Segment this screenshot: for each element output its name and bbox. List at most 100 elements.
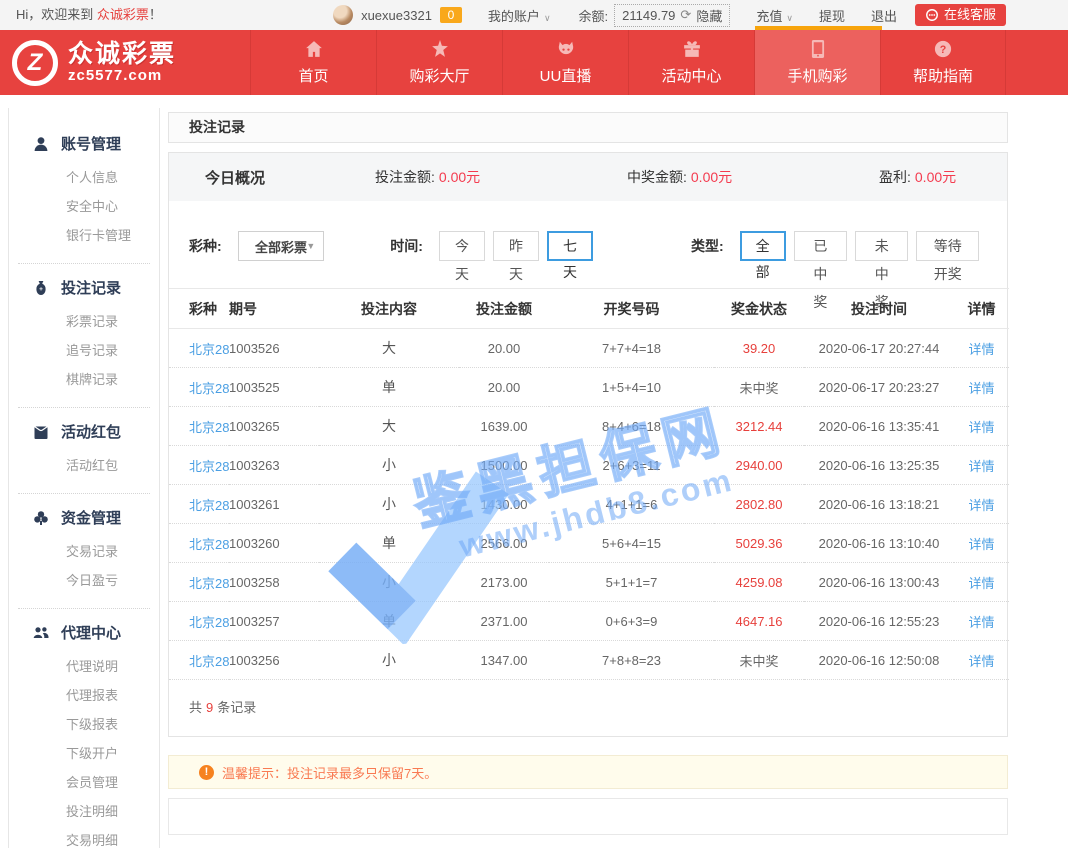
table-row: 北京28 1003525 单 20.00 1+5+4=10 未中奖 2020-0… <box>169 368 1009 407</box>
logout-link[interactable]: 退出 <box>871 6 897 25</box>
draw-numbers: 1+5+4=10 <box>549 368 714 407</box>
detail-link[interactable]: 详情 <box>954 368 1009 407</box>
draw-numbers: 2+6+3=11 <box>549 446 714 485</box>
filter-button-全部[interactable]: 全部 <box>740 231 786 261</box>
notice-bar: ! 温馨提示：投注记录最多只保留7天。 <box>168 755 1008 789</box>
column-header-开奖号码: 开奖号码 <box>549 289 714 329</box>
sidebar-section-账号管理[interactable]: 账号管理 <box>18 133 150 154</box>
nav-item-首页[interactable]: 首页 <box>250 30 376 95</box>
online-service-button[interactable]: 在线客服 <box>915 4 1006 26</box>
sidebar-item-棋牌记录[interactable]: 棋牌记录 <box>18 365 150 394</box>
win-amount-label: 中奖金额: <box>627 169 687 185</box>
hide-balance-link[interactable]: 隐藏 <box>696 6 722 25</box>
my-account-menu[interactable]: 我的账户∨ <box>488 6 551 25</box>
logo-title: 众诚彩票 <box>68 41 176 67</box>
bet-amount: 2371.00 <box>459 602 549 641</box>
nav-item-帮助指南[interactable]: ? 帮助指南 <box>880 30 1006 95</box>
message-count-badge[interactable]: 0 <box>440 7 462 23</box>
sidebar-section-资金管理[interactable]: 资金管理 <box>18 507 150 528</box>
nav-item-购彩大厅[interactable]: 购彩大厅 <box>376 30 502 95</box>
filter-button-今天[interactable]: 今天 <box>439 231 485 261</box>
nav-item-活动中心[interactable]: 活动中心 <box>628 30 754 95</box>
bet-content: 单 <box>319 602 459 641</box>
help-icon: ? <box>934 40 952 58</box>
sidebar-section-投注记录[interactable]: + 投注记录 <box>18 277 150 298</box>
balance-value: 21149.79 <box>622 8 675 23</box>
table-row: 北京28 1003256 小 1347.00 7+8+8=23 未中奖 2020… <box>169 641 1009 680</box>
detail-link[interactable]: 详情 <box>954 641 1009 680</box>
column-header-详情: 详情 <box>954 289 1009 329</box>
home-icon <box>305 40 323 58</box>
sidebar-item-下级开户[interactable]: 下级开户 <box>18 739 150 768</box>
table-row: 北京28 1003257 单 2371.00 0+6+3=9 4647.16 2… <box>169 602 1009 641</box>
draw-numbers: 7+8+8=23 <box>549 641 714 680</box>
detail-link[interactable]: 详情 <box>954 407 1009 446</box>
lottery-name-link[interactable]: 北京28 <box>169 407 229 446</box>
sidebar-item-下级报表[interactable]: 下级报表 <box>18 710 150 739</box>
detail-link[interactable]: 详情 <box>954 329 1009 368</box>
select-arrow-icon: ▼ <box>306 241 315 251</box>
bet-content: 小 <box>319 446 459 485</box>
refresh-icon[interactable]: ⟳ <box>680 7 691 23</box>
sidebar-item-安全中心[interactable]: 安全中心 <box>18 192 150 221</box>
lottery-name-link[interactable]: 北京28 <box>169 563 229 602</box>
warning-icon: ! <box>199 765 214 780</box>
sidebar-item-彩票记录[interactable]: 彩票记录 <box>18 307 150 336</box>
lottery-name-link[interactable]: 北京28 <box>169 485 229 524</box>
detail-link[interactable]: 详情 <box>954 524 1009 563</box>
lottery-select[interactable]: 全部彩票▼ <box>238 231 325 261</box>
sidebar-item-银行卡管理[interactable]: 银行卡管理 <box>18 221 150 250</box>
table-body: 北京28 1003526 大 20.00 7+7+4=18 39.20 2020… <box>169 329 1009 680</box>
sidebar-item-代理说明[interactable]: 代理说明 <box>18 652 150 681</box>
withdraw-link[interactable]: 提现 <box>819 6 845 25</box>
filter-button-昨天[interactable]: 昨天 <box>493 231 539 261</box>
detail-link[interactable]: 详情 <box>954 602 1009 641</box>
sidebar-item-追号记录[interactable]: 追号记录 <box>18 336 150 365</box>
recharge-menu[interactable]: 充值∨ <box>756 6 793 25</box>
sidebar-item-个人信息[interactable]: 个人信息 <box>18 163 150 192</box>
bet-content: 大 <box>319 329 459 368</box>
logo-domain: zc5577.com <box>68 67 176 84</box>
prize-status: 2802.80 <box>714 485 804 524</box>
sidebar-item-交易明细[interactable]: 交易明细 <box>18 826 150 848</box>
records-total: 共9条记录 <box>169 680 1007 736</box>
bet-time: 2020-06-17 20:27:44 <box>804 329 954 368</box>
sidebar-section-活动红包[interactable]: 活动红包 <box>18 421 150 442</box>
today-bet-stat: 投注金额:0.00元 <box>375 167 627 187</box>
lottery-name-link[interactable]: 北京28 <box>169 446 229 485</box>
nav-item-UU直播[interactable]: UU直播 <box>502 30 628 95</box>
lottery-name-link[interactable]: 北京28 <box>169 641 229 680</box>
notice-text: 温馨提示：投注记录最多只保留7天。 <box>222 763 437 782</box>
lottery-name-link[interactable]: 北京28 <box>169 329 229 368</box>
nav-item-手机购彩[interactable]: 手机购彩 <box>754 30 880 95</box>
issue-number: 1003257 <box>229 602 319 641</box>
bet-time: 2020-06-16 12:55:23 <box>804 602 954 641</box>
detail-link[interactable]: 详情 <box>954 446 1009 485</box>
bet-content: 小 <box>319 563 459 602</box>
zc-logo-icon: Z <box>12 40 58 86</box>
sidebar-item-会员管理[interactable]: 会员管理 <box>18 768 150 797</box>
filter-button-未中奖[interactable]: 未中奖 <box>855 231 908 261</box>
detail-link[interactable]: 详情 <box>954 485 1009 524</box>
draw-numbers: 8+4+6=18 <box>549 407 714 446</box>
lottery-name-link[interactable]: 北京28 <box>169 368 229 407</box>
filter-button-已中奖[interactable]: 已中奖 <box>794 231 847 261</box>
detail-link[interactable]: 详情 <box>954 563 1009 602</box>
bet-amount: 1639.00 <box>459 407 549 446</box>
sidebar-section-代理中心[interactable]: 代理中心 <box>18 622 150 643</box>
type-filter-label: 类型: <box>691 236 724 256</box>
greeting: Hi，欢迎来到 众诚彩票！ <box>16 0 162 30</box>
sidebar-item-代理报表[interactable]: 代理报表 <box>18 681 150 710</box>
draw-numbers: 5+1+1=7 <box>549 563 714 602</box>
sidebar-item-活动红包[interactable]: 活动红包 <box>18 451 150 480</box>
sidebar-item-今日盈亏[interactable]: 今日盈亏 <box>18 566 150 595</box>
filter-button-等待开奖[interactable]: 等待开奖 <box>916 231 979 261</box>
sidebar-item-投注明细[interactable]: 投注明细 <box>18 797 150 826</box>
sidebar-item-交易记录[interactable]: 交易记录 <box>18 537 150 566</box>
prize-status: 5029.36 <box>714 524 804 563</box>
lottery-name-link[interactable]: 北京28 <box>169 524 229 563</box>
filter-button-七天[interactable]: 七天 <box>547 231 593 261</box>
lottery-name-link[interactable]: 北京28 <box>169 602 229 641</box>
site-logo[interactable]: Z 众诚彩票 zc5577.com <box>0 30 250 95</box>
prize-status: 2940.00 <box>714 446 804 485</box>
